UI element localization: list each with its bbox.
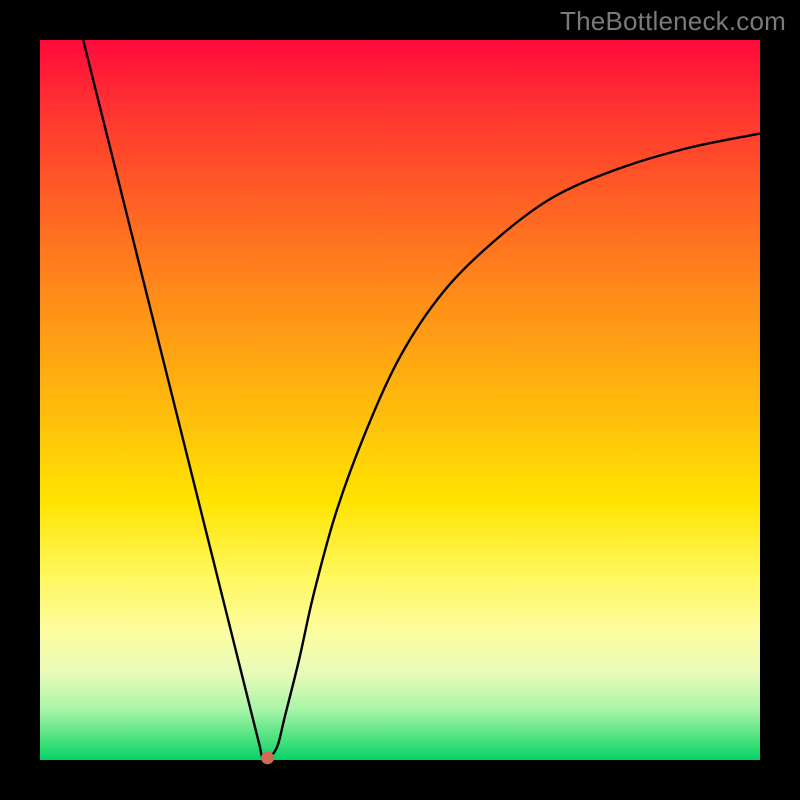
minimum-marker-dot [262,752,274,764]
bottleneck-curve [83,40,760,761]
chart-frame: TheBottleneck.com [0,0,800,800]
watermark-label: TheBottleneck.com [560,6,786,37]
plot-area [40,40,760,760]
curve-svg [40,40,760,760]
